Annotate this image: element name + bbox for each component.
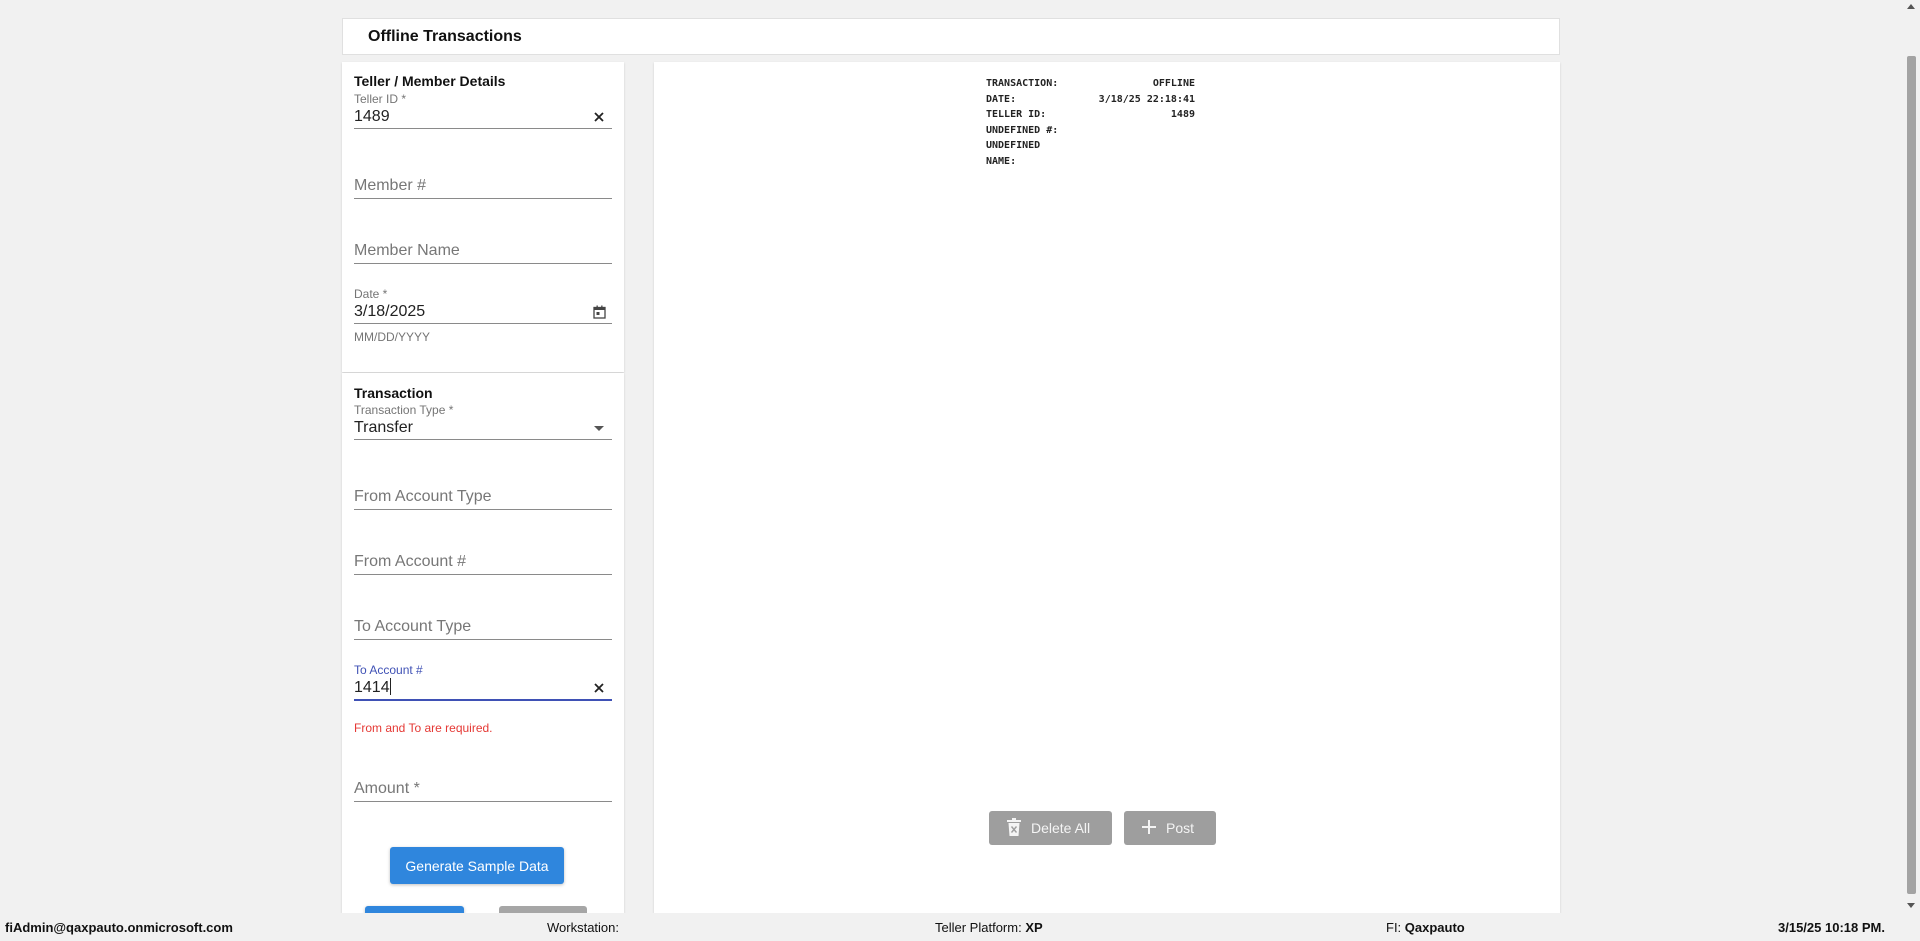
to-account-number-label: To Account #: [354, 663, 423, 677]
teller-id-value: 1489: [354, 108, 390, 125]
teller-id-label: Teller ID *: [354, 92, 407, 106]
delete-all-label: Delete All: [1031, 820, 1091, 836]
status-user: fiAdmin@qaxpauto.onmicrosoft.com: [5, 920, 233, 935]
status-workstation: Workstation:: [547, 920, 619, 935]
date-helper-text: MM/DD/YYYY: [354, 330, 431, 344]
status-bar: fiAdmin@qaxpauto.onmicrosoft.com Worksta…: [0, 913, 1903, 941]
scroll-up-arrow-icon[interactable]: [1907, 4, 1915, 9]
status-teller-platform: Teller Platform: XP: [935, 920, 1043, 935]
fi-label: FI:: [1386, 920, 1402, 935]
page-title: Offline Transactions: [368, 28, 522, 45]
delete-all-button[interactable]: Delete All: [989, 811, 1112, 845]
trash-icon: [1007, 817, 1021, 839]
status-datetime: 3/15/25 10:18 PM.: [1778, 920, 1885, 935]
date-value: 3/18/2025: [354, 303, 426, 320]
date-input[interactable]: 3/18/2025: [354, 301, 612, 324]
dropdown-arrow-icon[interactable]: [590, 419, 608, 437]
teller-member-card: Teller / Member Details Teller ID * 1489…: [342, 62, 624, 372]
transaction-title: Transaction: [354, 385, 433, 401]
to-account-error-text: From and To are required.: [354, 721, 493, 735]
date-field[interactable]: Date * 3/18/2025 MM/DD/YYYY: [354, 287, 612, 344]
member-number-field[interactable]: Member #: [354, 174, 612, 199]
workstation-label: Workstation:: [547, 920, 620, 935]
generate-sample-data-button[interactable]: Generate Sample Data: [390, 847, 564, 884]
from-account-number-field[interactable]: From Account #: [354, 550, 612, 575]
calendar-icon[interactable]: [590, 303, 608, 321]
teller-id-field[interactable]: Teller ID * 1489: [354, 92, 612, 129]
receipt-preview-panel: TRANSACTION: OFFLINE DATE: 3/18/25 22:18…: [654, 62, 1560, 913]
post-label: Post: [1166, 820, 1195, 836]
from-account-type-field[interactable]: From Account Type: [354, 485, 612, 510]
amount-field[interactable]: Amount *: [354, 777, 612, 802]
status-fi: FI: Qaxpauto: [1386, 920, 1465, 935]
member-name-input[interactable]: Member Name: [354, 239, 612, 264]
date-label: Date *: [354, 287, 388, 301]
teller-member-title: Teller / Member Details: [354, 73, 506, 89]
receipt-row: TELLER ID: 1489: [986, 109, 1195, 120]
page-header: Offline Transactions: [342, 18, 1560, 55]
transaction-card: Transaction Transaction Type * Transfer …: [342, 373, 624, 916]
platform-label: Teller Platform:: [935, 920, 1022, 935]
transaction-type-field[interactable]: Transaction Type * Transfer: [354, 403, 612, 440]
receipt-row: UNDEFINED NAME:: [986, 140, 1041, 167]
fi-value: Qaxpauto: [1404, 920, 1465, 935]
transaction-type-label: Transaction Type *: [354, 403, 454, 417]
post-button[interactable]: Post: [1124, 811, 1216, 845]
scroll-down-arrow-icon[interactable]: [1907, 903, 1915, 908]
to-account-number-value: 1414: [354, 679, 390, 696]
to-account-number-field[interactable]: To Account # 1414 From and To are requir…: [354, 663, 612, 735]
text-cursor: [389, 678, 391, 695]
to-account-number-input[interactable]: 1414: [354, 677, 612, 701]
plus-icon: [1142, 819, 1156, 837]
receipt-preview: TRANSACTION: OFFLINE DATE: 3/18/25 22:18…: [986, 76, 1195, 167]
receipt-row: TRANSACTION: OFFLINE: [986, 78, 1195, 89]
clear-icon[interactable]: [590, 108, 608, 126]
from-account-type-input[interactable]: From Account Type: [354, 485, 612, 510]
from-account-number-input[interactable]: From Account #: [354, 550, 612, 575]
amount-input[interactable]: Amount *: [354, 777, 612, 802]
scrollbar-thumb[interactable]: [1907, 56, 1916, 894]
to-account-type-field[interactable]: To Account Type: [354, 615, 612, 640]
vertical-scrollbar[interactable]: [1903, 0, 1920, 941]
clear-icon[interactable]: [590, 679, 608, 697]
receipt-row: DATE: 3/18/25 22:18:41: [986, 93, 1195, 105]
transaction-type-select[interactable]: Transfer: [354, 417, 612, 440]
receipt-row: UNDEFINED #:: [986, 124, 1059, 136]
member-number-input[interactable]: Member #: [354, 174, 612, 199]
transaction-type-value: Transfer: [354, 419, 413, 436]
platform-value: XP: [1025, 920, 1043, 935]
teller-id-input[interactable]: 1489: [354, 106, 612, 129]
member-name-field[interactable]: Member Name: [354, 239, 612, 264]
to-account-type-input[interactable]: To Account Type: [354, 615, 612, 640]
